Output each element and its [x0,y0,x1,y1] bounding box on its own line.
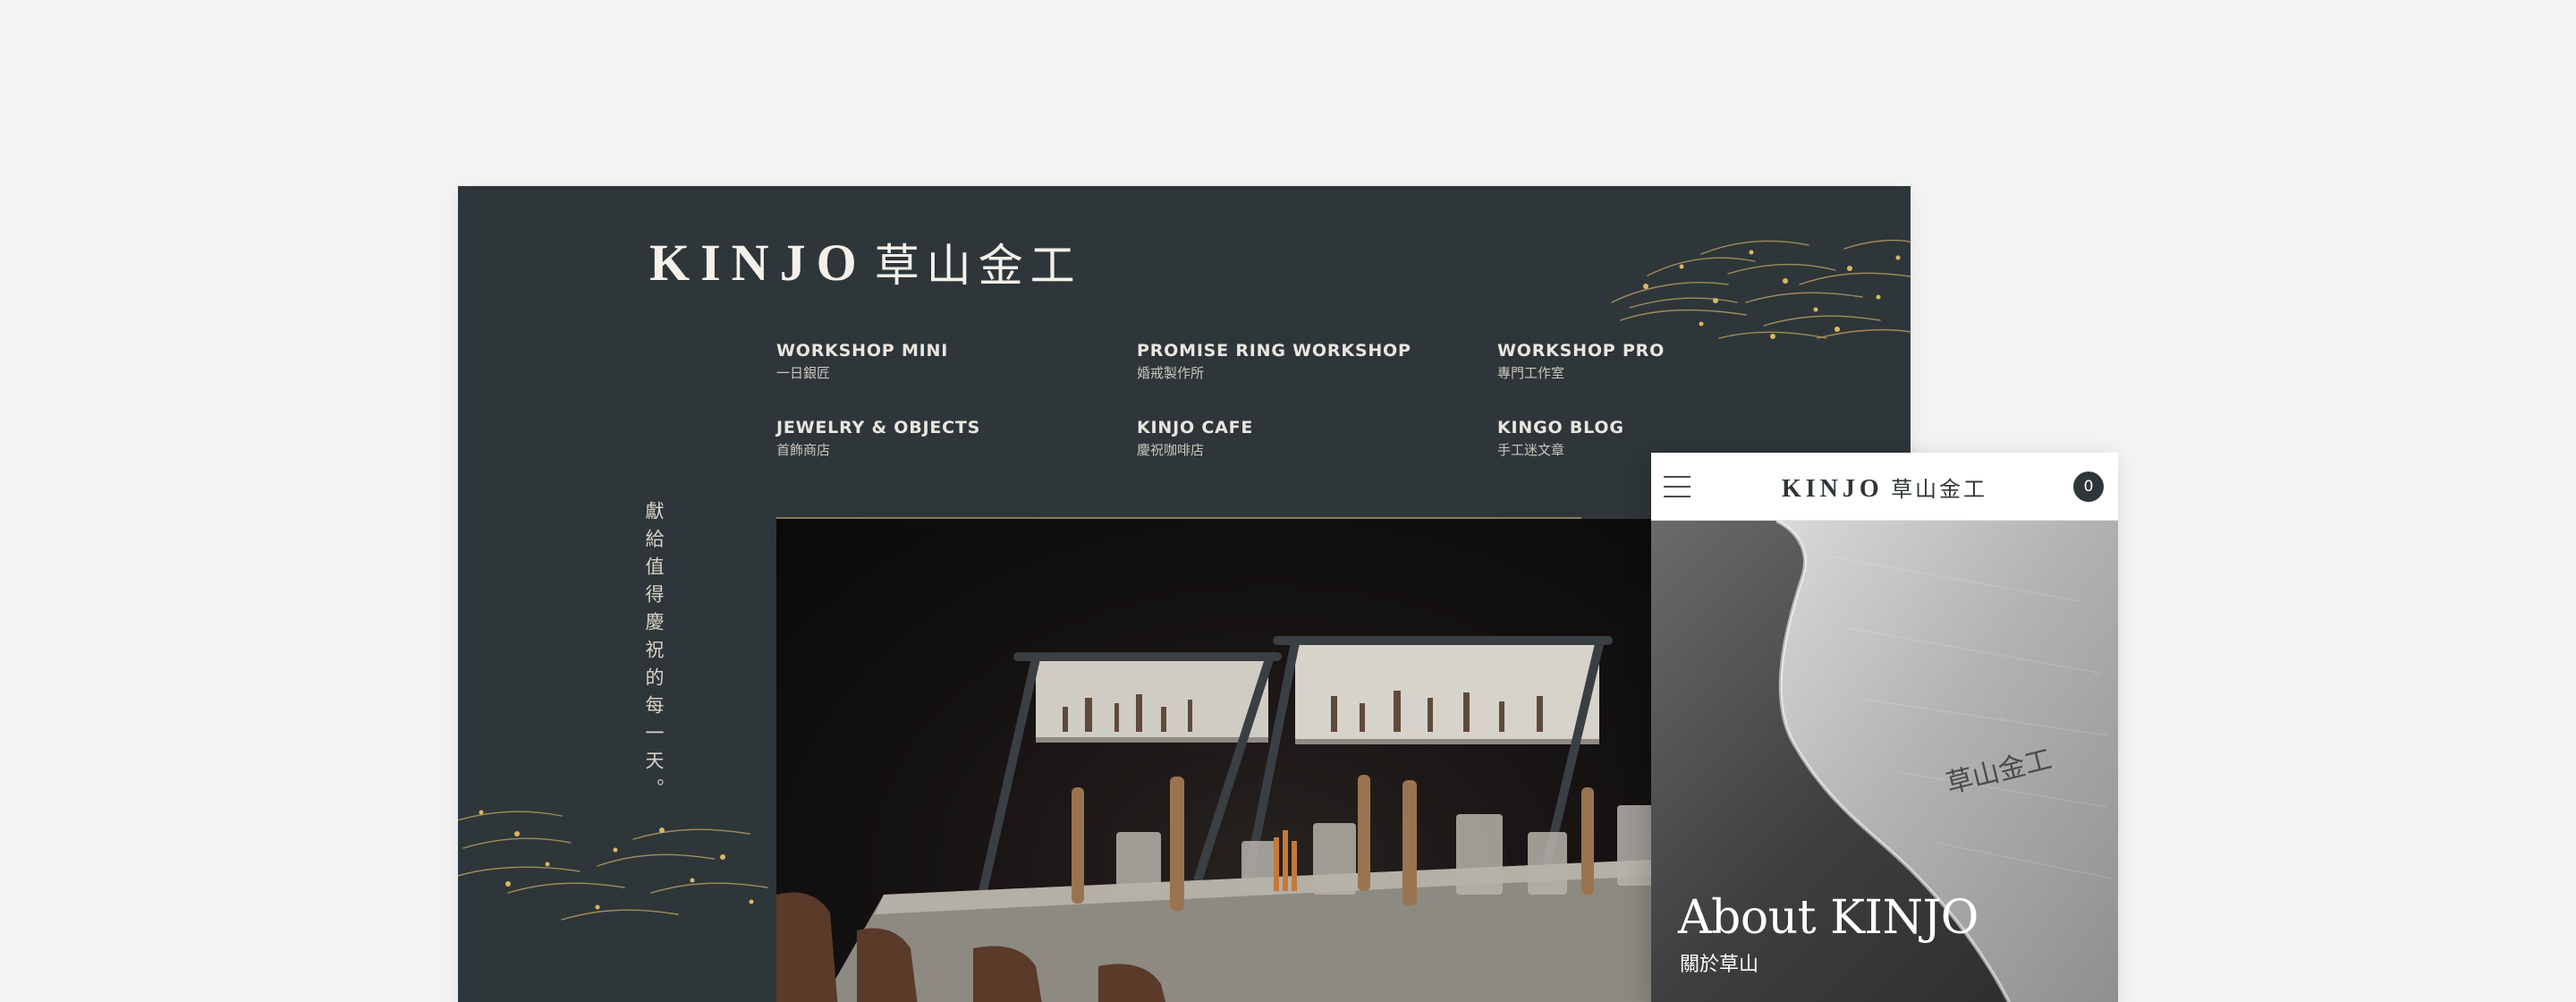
cart-count-badge[interactable]: 0 [2073,471,2104,502]
vertical-tagline: 獻給值得慶祝的每一天。 [643,501,665,806]
nav-item-kinjo-cafe[interactable]: KINJO CAFE 慶祝咖啡店 [1137,417,1253,458]
hero-workshop-image [776,519,1671,1002]
nav-item-label: WORKSHOP PRO [1497,341,1665,361]
nav-item-label: WORKSHOP MINI [776,341,949,361]
mobile-site-preview: KINJO 草山金工 0 草山金工 About KINJO 關於草山 [1651,453,2118,1002]
nav-item-sublabel: 首飾商店 [776,442,831,458]
logo-text-en: KINJO [649,233,868,292]
nav-item-sublabel: 專門工作室 [1497,365,1565,381]
nav-item-workshop-mini[interactable]: WORKSHOP MINI 一日銀匠 [776,340,948,381]
nav-item-kingo-blog[interactable]: KINGO BLOG 手工迷文章 [1497,417,1624,458]
mobile-site-logo[interactable]: KINJO 草山金工 [1651,471,2118,504]
nav-item-sublabel: 婚戒製作所 [1137,365,1205,381]
logo-text-zh: 草山金工 [1891,477,1988,502]
about-subtitle: 關於草山 [1680,954,1759,976]
nav-item-workshop-pro[interactable]: WORKSHOP PRO 專門工作室 [1497,340,1665,381]
about-hero-image: 草山金工 About KINJO 關於草山 [1651,521,2118,1002]
about-title: About KINJO [1678,891,1979,945]
logo-text-en: KINJO [1781,475,1884,503]
nav-item-jewelry-objects[interactable]: JEWELRY & OBJECTS 首飾商店 [776,417,980,458]
nav-item-promise-ring-workshop[interactable]: PROMISE RING WORKSHOP 婚戒製作所 [1137,340,1411,381]
logo-text-zh: 草山金工 [874,240,1082,292]
workshop-benches-illustration [776,636,1671,1002]
nav-item-label: KINGO BLOG [1497,418,1624,437]
nav-item-sublabel: 手工迷文章 [1497,442,1565,458]
nav-item-label: JEWELRY & OBJECTS [776,418,981,437]
nav-item-label: PROMISE RING WORKSHOP [1137,341,1411,361]
nav-item-label: KINJO CAFE [1137,418,1254,437]
mobile-header: KINJO 草山金工 0 [1651,453,2118,521]
pine-needle-decoration-icon [458,810,768,921]
site-logo[interactable]: KINJO 草山金工 [649,233,1082,293]
nav-item-sublabel: 慶祝咖啡店 [1137,442,1205,458]
nav-item-sublabel: 一日銀匠 [776,365,831,381]
